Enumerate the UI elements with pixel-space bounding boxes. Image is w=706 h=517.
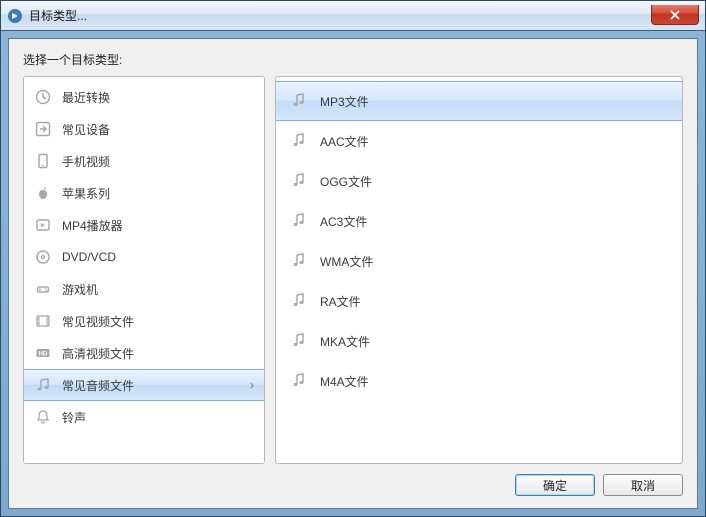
panels: 最近转换常见设备手机视频苹果系列 MP4播放器 DVD/VCD 游戏机常见视频文件 HD… — [23, 76, 683, 464]
format-item[interactable]: MKA文件 — [276, 321, 682, 361]
category-label: 游戏机 — [62, 281, 98, 298]
music-note-icon — [290, 132, 308, 150]
category-label: 常见音频文件 — [62, 377, 134, 394]
format-item[interactable]: AAC文件 — [276, 121, 682, 161]
bell-icon — [34, 408, 52, 426]
cancel-button[interactable]: 取消 — [603, 474, 683, 496]
format-label: OGG文件 — [320, 173, 372, 190]
arrow-icon — [34, 120, 52, 138]
category-item[interactable]: 常见视频文件 — [24, 305, 264, 337]
format-label: MP3文件 — [320, 93, 369, 110]
clock-icon — [34, 88, 52, 106]
close-button[interactable] — [651, 5, 699, 25]
phone-icon — [34, 152, 52, 170]
mp4-icon — [34, 216, 52, 234]
category-item[interactable]: 游戏机 — [24, 273, 264, 305]
titlebar: 目标类型... — [1, 1, 705, 31]
close-icon — [670, 10, 680, 20]
apple-icon — [34, 184, 52, 202]
content-area: 选择一个目标类型: 最近转换常见设备手机视频苹果系列 MP4播放器 DVD/VCD 游… — [8, 38, 698, 509]
category-item[interactable]: 常见音频文件 › — [24, 369, 264, 401]
music-note-icon — [290, 92, 308, 110]
format-item[interactable]: MP3文件 — [276, 81, 682, 121]
category-label: 铃声 — [62, 409, 86, 426]
instruction-label: 选择一个目标类型: — [23, 51, 683, 68]
category-item[interactable]: 铃声 — [24, 401, 264, 433]
category-item[interactable]: 常见设备 — [24, 113, 264, 145]
format-label: WMA文件 — [320, 253, 373, 270]
category-item[interactable]: 最近转换 — [24, 81, 264, 113]
music-note-icon — [290, 212, 308, 230]
format-label: AC3文件 — [320, 213, 367, 230]
music-note-icon — [290, 372, 308, 390]
category-list: 最近转换常见设备手机视频苹果系列 MP4播放器 DVD/VCD 游戏机常见视频文件 HD… — [23, 76, 265, 464]
format-list: MP3文件 AAC文件 OGG文件 AC3文件 WMA文件 RA文件 MKA文件 M4A文件 — [275, 76, 683, 464]
window-title: 目标类型... — [29, 7, 87, 24]
category-item[interactable]: 苹果系列 — [24, 177, 264, 209]
format-item[interactable]: AC3文件 — [276, 201, 682, 241]
format-item[interactable]: WMA文件 — [276, 241, 682, 281]
film-icon — [34, 312, 52, 330]
chevron-right-icon: › — [250, 378, 254, 392]
category-label: 最近转换 — [62, 89, 110, 106]
music-note-icon — [290, 172, 308, 190]
category-label: 常见视频文件 — [62, 313, 134, 330]
format-label: AAC文件 — [320, 133, 369, 150]
music-note-icon — [290, 292, 308, 310]
format-item[interactable]: OGG文件 — [276, 161, 682, 201]
format-label: M4A文件 — [320, 373, 369, 390]
format-item[interactable]: RA文件 — [276, 281, 682, 321]
music-note-icon — [290, 332, 308, 350]
category-label: 常见设备 — [62, 121, 110, 138]
category-label: 手机视频 — [62, 153, 110, 170]
music-note-icon — [290, 252, 308, 270]
gamepad-icon — [34, 280, 52, 298]
app-icon — [7, 8, 23, 24]
footer: 确定 取消 — [23, 464, 683, 498]
dialog-window: 目标类型... 选择一个目标类型: 最近转换常见设备手机视频苹果系列 MP4播放器… — [0, 0, 706, 517]
hd-icon: HD — [34, 344, 52, 362]
svg-text:HD: HD — [39, 352, 48, 358]
music-icon — [34, 376, 52, 394]
category-item[interactable]: MP4播放器 — [24, 209, 264, 241]
format-item[interactable]: M4A文件 — [276, 361, 682, 401]
category-item[interactable]: 手机视频 — [24, 145, 264, 177]
category-item[interactable]: DVD/VCD — [24, 241, 264, 273]
category-label: 高清视频文件 — [62, 345, 134, 362]
category-item[interactable]: HD 高清视频文件 — [24, 337, 264, 369]
format-label: MKA文件 — [320, 333, 370, 350]
category-label: MP4播放器 — [62, 217, 123, 234]
category-label: DVD/VCD — [62, 250, 116, 264]
category-label: 苹果系列 — [62, 185, 110, 202]
format-label: RA文件 — [320, 293, 361, 310]
disc-icon — [34, 248, 52, 266]
ok-button[interactable]: 确定 — [515, 474, 595, 496]
